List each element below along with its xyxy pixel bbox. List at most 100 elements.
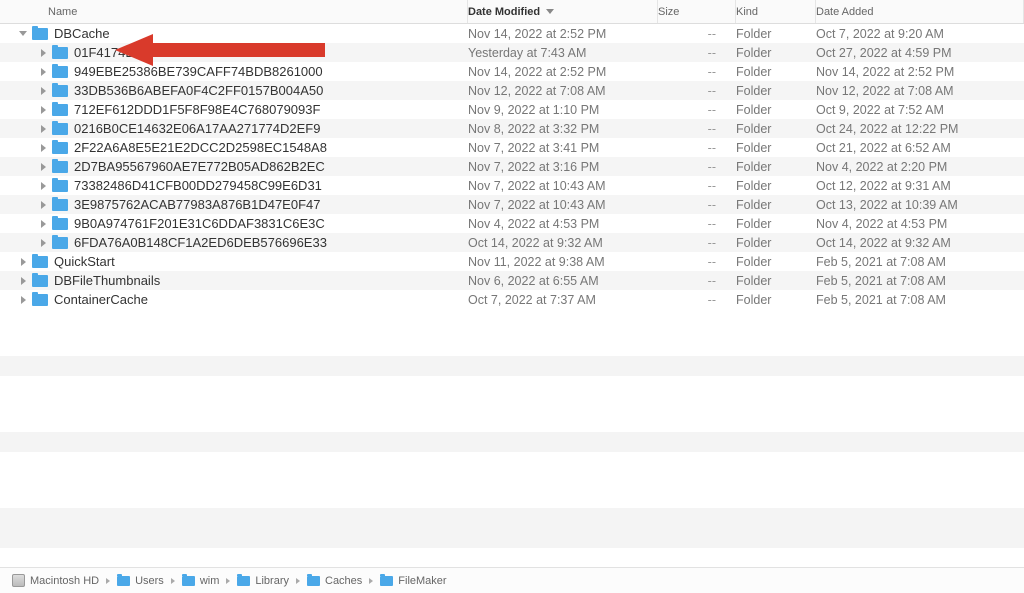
- chevron-right-icon: [296, 578, 300, 584]
- cell-name: 2F22A6A8E5E21E2DCC2D2598EC1548A8: [0, 140, 468, 155]
- breadcrumb[interactable]: Caches: [307, 575, 362, 587]
- column-header-size[interactable]: Size: [658, 0, 736, 23]
- sort-descending-icon: [546, 9, 554, 14]
- column-label: Date Modified: [468, 6, 540, 18]
- chevron-right-icon[interactable]: [38, 200, 48, 210]
- file-name: 3E9875762ACAB77983A876B1D47E0F47: [74, 197, 320, 212]
- table-row[interactable]: 949EBE25386BE739CAFF74BDB8261000Nov 14, …: [0, 62, 1024, 81]
- cell-date-modified: Nov 9, 2022 at 1:10 PM: [468, 103, 658, 117]
- chevron-right-icon: [369, 578, 373, 584]
- breadcrumb[interactable]: Macintosh HD: [12, 574, 99, 587]
- folder-icon: [52, 123, 68, 135]
- breadcrumb-label: FileMaker: [398, 575, 446, 587]
- cell-date-modified: Oct 14, 2022 at 9:32 AM: [468, 236, 658, 250]
- cell-name: 33DB536B6ABEFA0F4C2FF0157B004A50: [0, 83, 468, 98]
- file-name: 6FDA76A0B148CF1A2ED6DEB576696E33: [74, 235, 327, 250]
- column-header-kind[interactable]: Kind: [736, 0, 816, 23]
- folder-icon: [32, 256, 48, 268]
- cell-date-modified: Nov 7, 2022 at 3:41 PM: [468, 141, 658, 155]
- cell-date-modified: Nov 12, 2022 at 7:08 AM: [468, 84, 658, 98]
- cell-date-modified: Yesterday at 7:43 AM: [468, 46, 658, 60]
- cell-name: 0216B0CE14632E06A17AA271774D2EF9: [0, 121, 468, 136]
- breadcrumb-label: wim: [200, 575, 220, 587]
- breadcrumb[interactable]: Users: [117, 575, 164, 587]
- cell-kind: Folder: [736, 141, 816, 155]
- folder-icon: [237, 576, 250, 586]
- cell-size: --: [658, 236, 736, 250]
- table-row[interactable]: DBCacheNov 14, 2022 at 2:52 PM--FolderOc…: [0, 24, 1024, 43]
- column-header-date-modified[interactable]: Date Modified: [468, 0, 658, 23]
- cell-size: --: [658, 179, 736, 193]
- cell-date-modified: Nov 4, 2022 at 4:53 PM: [468, 217, 658, 231]
- cell-date-added: Nov 4, 2022 at 2:20 PM: [816, 160, 1024, 174]
- table-row[interactable]: 2F22A6A8E5E21E2DCC2D2598EC1548A8Nov 7, 2…: [0, 138, 1024, 157]
- table-row[interactable]: 01F4174BFC1459D0FAEE6219F7FB4886 Yesterda…: [0, 43, 1024, 62]
- cell-kind: Folder: [736, 198, 816, 212]
- table-row[interactable]: 73382486D41CFB00DD279458C99E6D31Nov 7, 2…: [0, 176, 1024, 195]
- table-row[interactable]: 6FDA76A0B148CF1A2ED6DEB576696E33 Oct 14, …: [0, 233, 1024, 252]
- column-header-date-added[interactable]: Date Added: [816, 0, 1024, 23]
- chevron-right-icon: [226, 578, 230, 584]
- cell-name: 9B0A974761F201E31C6DDAF3831C6E3C: [0, 216, 468, 231]
- cell-name: 712EF612DDD1F5F8F98E4C768079093F: [0, 102, 468, 117]
- table-row[interactable]: QuickStartNov 11, 2022 at 9:38 AM--Folde…: [0, 252, 1024, 271]
- folder-icon: [32, 294, 48, 306]
- chevron-right-icon: [106, 578, 110, 584]
- file-name: DBCache: [54, 26, 110, 41]
- chevron-right-icon[interactable]: [38, 219, 48, 229]
- chevron-right-icon[interactable]: [38, 143, 48, 153]
- folder-icon: [52, 47, 68, 59]
- table-row[interactable]: 712EF612DDD1F5F8F98E4C768079093FNov 9, 2…: [0, 100, 1024, 119]
- folder-icon: [52, 66, 68, 78]
- chevron-right-icon[interactable]: [38, 238, 48, 248]
- chevron-right-icon[interactable]: [18, 276, 28, 286]
- table-row[interactable]: 2D7BA95567960AE7E772B05AD862B2ECNov 7, 2…: [0, 157, 1024, 176]
- folder-icon: [117, 576, 130, 586]
- breadcrumb[interactable]: FileMaker: [380, 575, 446, 587]
- chevron-right-icon[interactable]: [38, 86, 48, 96]
- cell-date-added: Oct 13, 2022 at 10:39 AM: [816, 198, 1024, 212]
- cell-kind: Folder: [736, 84, 816, 98]
- table-row[interactable]: 33DB536B6ABEFA0F4C2FF0157B004A50Nov 12, …: [0, 81, 1024, 100]
- chevron-right-icon[interactable]: [38, 162, 48, 172]
- table-row[interactable]: 0216B0CE14632E06A17AA271774D2EF9Nov 8, 2…: [0, 119, 1024, 138]
- table-row[interactable]: ContainerCacheOct 7, 2022 at 7:37 AM--Fo…: [0, 290, 1024, 309]
- cell-size: --: [658, 46, 736, 60]
- table-row[interactable]: 9B0A974761F201E31C6DDAF3831C6E3CNov 4, 2…: [0, 214, 1024, 233]
- cell-date-added: Feb 5, 2021 at 7:08 AM: [816, 274, 1024, 288]
- cell-kind: Folder: [736, 65, 816, 79]
- cell-date-modified: Nov 8, 2022 at 3:32 PM: [468, 122, 658, 136]
- cell-kind: Folder: [736, 274, 816, 288]
- chevron-down-icon[interactable]: [18, 29, 28, 39]
- chevron-right-icon[interactable]: [38, 124, 48, 134]
- cell-date-modified: Nov 7, 2022 at 10:43 AM: [468, 179, 658, 193]
- chevron-right-icon[interactable]: [18, 257, 28, 267]
- table-row[interactable]: 3E9875762ACAB77983A876B1D47E0F47 Nov 7, 2…: [0, 195, 1024, 214]
- cell-date-added: Nov 4, 2022 at 4:53 PM: [816, 217, 1024, 231]
- breadcrumb[interactable]: Library: [237, 575, 289, 587]
- chevron-right-icon[interactable]: [38, 67, 48, 77]
- cell-date-modified: Nov 7, 2022 at 10:43 AM: [468, 198, 658, 212]
- disk-icon: [12, 574, 25, 587]
- cell-kind: Folder: [736, 217, 816, 231]
- file-list: DBCacheNov 14, 2022 at 2:52 PM--FolderOc…: [0, 24, 1024, 328]
- cell-name: 6FDA76A0B148CF1A2ED6DEB576696E33: [0, 235, 468, 250]
- cell-size: --: [658, 65, 736, 79]
- chevron-right-icon[interactable]: [38, 181, 48, 191]
- cell-name: 2D7BA95567960AE7E772B05AD862B2EC: [0, 159, 468, 174]
- cell-date-modified: Nov 14, 2022 at 2:52 PM: [468, 27, 658, 41]
- cell-date-modified: Nov 14, 2022 at 2:52 PM: [468, 65, 658, 79]
- breadcrumb[interactable]: wim: [182, 575, 220, 587]
- cell-size: --: [658, 84, 736, 98]
- chevron-right-icon[interactable]: [38, 105, 48, 115]
- cell-size: --: [658, 274, 736, 288]
- chevron-right-icon[interactable]: [18, 295, 28, 305]
- chevron-right-icon[interactable]: [38, 48, 48, 58]
- cell-kind: Folder: [736, 255, 816, 269]
- table-row[interactable]: DBFileThumbnailsNov 6, 2022 at 6:55 AM--…: [0, 271, 1024, 290]
- column-label: Kind: [736, 6, 758, 18]
- file-name: 2D7BA95567960AE7E772B05AD862B2EC: [74, 159, 325, 174]
- column-header-name[interactable]: Name: [0, 0, 468, 23]
- cell-date-added: Oct 14, 2022 at 9:32 AM: [816, 236, 1024, 250]
- file-name: 01F4174BFC1459D0FAEE6219F7FB4886: [74, 45, 320, 60]
